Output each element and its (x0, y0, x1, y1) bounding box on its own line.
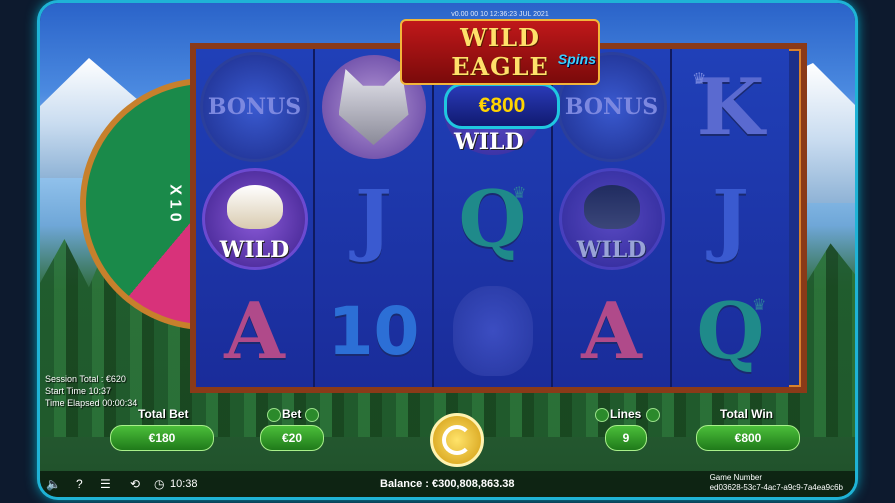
reel-5: K ♛ J Q ♛ (672, 49, 789, 387)
eagle-wild-symbol: WILD (558, 168, 665, 270)
win-prize-badge: €800 (444, 83, 560, 129)
paytable-icon[interactable]: ☰ (100, 477, 111, 491)
symbol-10: 10 (327, 292, 420, 370)
eagle-wild-symbol: WILD (201, 168, 308, 270)
total-bet-value: €180 (110, 425, 214, 451)
clock-icon: ◷ (154, 477, 165, 491)
logo-small-text: v0.00 00 10 12:36:23 JUL 2021 (451, 11, 549, 18)
spin-icon (442, 425, 472, 455)
reel-cell: J (315, 163, 432, 275)
symbol-a: A (224, 285, 285, 377)
reel-grid: BONUS WILD A J 10 Q ♛ BONUS WILD A K ♛ J… (190, 43, 807, 393)
prize-wild-label: WILD (454, 129, 524, 155)
spin-button[interactable] (430, 413, 484, 467)
lines-value[interactable]: 9 (605, 425, 647, 451)
bet-decrease-button[interactable] (267, 408, 281, 422)
reel-cell: K ♛ (672, 51, 789, 163)
reel-cell: WILD (196, 163, 313, 275)
help-icon[interactable]: ? (76, 477, 83, 491)
reel-2: J 10 (315, 49, 434, 387)
reel-4: BONUS WILD A (553, 49, 672, 387)
reel-cell: A (553, 275, 670, 387)
reel-cell: J (672, 163, 789, 275)
bonus-symbol: BONUS (199, 52, 310, 162)
eagle-icon (226, 185, 283, 229)
session-total: Session Total : €620 (45, 374, 126, 384)
lines-decrease-button[interactable] (595, 408, 609, 422)
bet-increase-button[interactable] (305, 408, 319, 422)
session-start: Start Time 10:37 (45, 386, 112, 396)
reel-cell: WILD (553, 163, 670, 275)
lines-increase-button[interactable] (646, 408, 660, 422)
total-win-label: Total Win (720, 407, 773, 421)
bottom-bar: 🔈 ? ☰ ⟲ ◷ 10:38 Balance : €300,808,863.3… (40, 471, 855, 497)
game-number-value: ed03628-53c7-4ac7-a9c9-7a4ea9c6b (709, 483, 843, 492)
reel-cell: BONUS (196, 51, 313, 163)
eagle-icon (583, 185, 640, 229)
clock-time: 10:38 (170, 478, 198, 490)
total-bet-label: Total Bet (138, 407, 189, 421)
wolf-icon (338, 69, 409, 145)
reel-1: BONUS WILD A (196, 49, 315, 387)
game-logo: v0.00 00 10 12:36:23 JUL 2021 WILD EAGLE… (400, 11, 600, 85)
balance-text: Balance : €300,808,863.38 (380, 478, 515, 490)
symbol-k: K (696, 61, 765, 153)
owl-symbol (452, 286, 533, 376)
reel-cell: Q ♛ (672, 275, 789, 387)
crown-icon: ♛ (752, 297, 767, 314)
lines-label: Lines (610, 407, 642, 421)
reel-cell: Q ♛ (434, 163, 551, 275)
game-frame: X 1 0 v0.00 00 10 12:36:23 JUL 2021 WILD… (40, 3, 855, 497)
game-number: Game Number ed03628-53c7-4ac7-a9c9-7a4ea… (710, 473, 843, 493)
crown-icon: ♛ (692, 71, 707, 88)
reel-cell: A (196, 275, 313, 387)
symbol-a: A (581, 285, 642, 377)
game-number-label: Game Number (709, 473, 763, 482)
bet-label: Bet (282, 407, 302, 421)
history-icon[interactable]: ⟲ (130, 477, 140, 491)
bet-value[interactable]: €20 (260, 425, 324, 451)
crown-icon: ♛ (512, 185, 527, 202)
total-win-value: €800 (696, 425, 800, 451)
wheel-text: X 1 0 (166, 184, 184, 222)
reel-cell: 10 (315, 275, 432, 387)
sound-icon[interactable]: 🔈 (46, 477, 61, 491)
logo-subtitle: Spins (557, 51, 596, 67)
symbol-j: J (712, 173, 749, 265)
reel-cell (434, 275, 551, 387)
symbol-j: J (355, 173, 392, 265)
